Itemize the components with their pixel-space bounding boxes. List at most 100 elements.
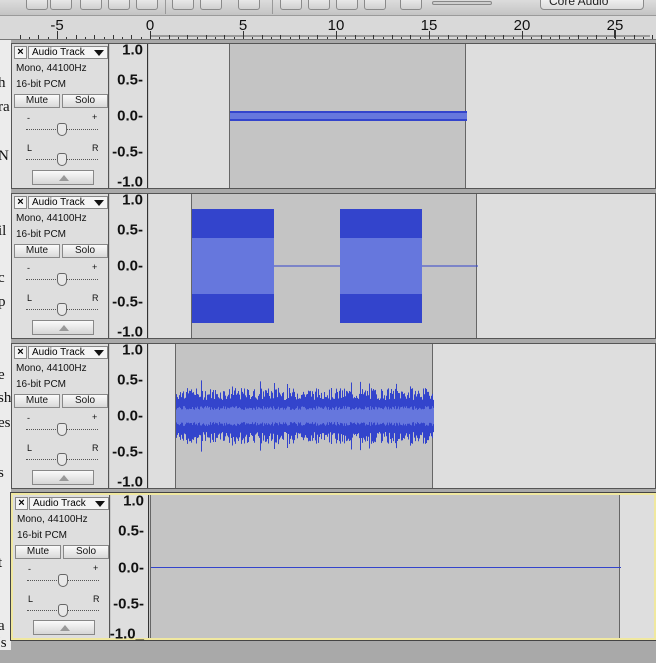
zoom-in-icon[interactable]	[280, 0, 302, 10]
pan-slider-thumb[interactable]	[58, 604, 68, 617]
ruler-tick	[652, 35, 654, 39]
play-at-speed-icon[interactable]	[400, 0, 422, 10]
ruler-minor-tick	[289, 37, 291, 39]
ruler-minor-tick	[326, 37, 328, 39]
waveform-area[interactable]	[150, 495, 654, 638]
mute-button[interactable]: Mute	[15, 545, 61, 559]
ruler-tick	[150, 31, 151, 39]
ruler-minor-tick	[47, 37, 49, 39]
audio-track[interactable]: × Audio Track Mono, 44100Hz 16-bit PCM M…	[10, 492, 656, 643]
waveform-area[interactable]	[149, 344, 655, 488]
waveform-area[interactable]	[149, 194, 655, 338]
ruler-tick	[410, 35, 412, 39]
ruler-tick	[112, 35, 114, 39]
sync-lock-icon[interactable]	[238, 0, 260, 10]
ruler-tick	[615, 31, 616, 39]
gain-slider[interactable]	[27, 574, 99, 587]
track-menu-button[interactable]: Audio Track	[28, 196, 108, 209]
audio-track[interactable]: × Audio Track Mono, 44100Hz 16-bit PCM M…	[11, 192, 656, 341]
trim-button[interactable]	[26, 0, 48, 10]
audio-track[interactable]: × Audio Track Mono, 44100Hz 16-bit PCM M…	[11, 42, 656, 191]
audio-clip[interactable]	[175, 344, 434, 488]
edit-button[interactable]	[136, 0, 158, 10]
track-menu-button[interactable]: Audio Track	[28, 346, 108, 359]
collapse-arrow-icon	[59, 475, 69, 481]
zoom-out-icon[interactable]	[308, 0, 330, 10]
track-control-panel[interactable]: × Audio Track Mono, 44100Hz 16-bit PCM M…	[12, 44, 109, 188]
toolbar-separator	[165, 0, 166, 14]
close-track-button[interactable]: ×	[15, 497, 28, 510]
close-track-button[interactable]: ×	[14, 346, 27, 359]
ruler-tick	[466, 35, 468, 39]
gain-slider[interactable]	[26, 123, 98, 136]
ruler-minor-tick	[531, 37, 533, 39]
pan-slider[interactable]	[26, 303, 98, 316]
pan-slider[interactable]	[27, 604, 99, 617]
track-menu-button[interactable]: Audio Track	[28, 46, 108, 59]
track-name: Audio Track	[32, 197, 85, 208]
amplitude-label: 0.0-	[117, 107, 143, 125]
fit-project-icon[interactable]	[364, 0, 386, 10]
collapse-track-button[interactable]	[32, 320, 94, 335]
gain-slider[interactable]	[26, 423, 98, 436]
fit-selection-icon[interactable]	[336, 0, 358, 10]
audio-clip[interactable]	[150, 495, 621, 638]
close-track-button[interactable]: ×	[14, 46, 27, 59]
solo-button[interactable]: Solo	[62, 394, 108, 408]
collapse-track-button[interactable]	[32, 470, 94, 485]
vertical-ruler[interactable]: 1.0 0.5- 0.0- -0.5- -1.0	[110, 192, 148, 341]
mute-button[interactable]: Mute	[14, 394, 60, 408]
mute-button[interactable]: Mute	[14, 94, 60, 108]
gain-slider-thumb[interactable]	[57, 123, 67, 136]
pan-slider-thumb[interactable]	[57, 153, 67, 166]
gain-slider-thumb[interactable]	[57, 423, 67, 436]
solo-button[interactable]: Solo	[62, 244, 108, 258]
ruler-tick	[280, 35, 282, 39]
audio-track[interactable]: × Audio Track Mono, 44100Hz 16-bit PCM M…	[11, 342, 656, 491]
playback-speed-slider[interactable]	[432, 1, 492, 5]
close-track-button[interactable]: ×	[14, 196, 27, 209]
undo-button[interactable]	[172, 0, 194, 10]
waveform	[151, 567, 621, 568]
gain-slider-thumb[interactable]	[57, 273, 67, 286]
track-control-panel[interactable]: × Audio Track Mono, 44100Hz 16-bit PCM M…	[12, 344, 109, 488]
ruler-tick	[131, 35, 133, 39]
track-control-panel[interactable]: × Audio Track Mono, 44100Hz 16-bit PCM M…	[13, 495, 110, 638]
amplitude-label: -1.0	[117, 323, 143, 341]
gain-slider[interactable]	[26, 273, 98, 286]
pan-slider[interactable]	[26, 153, 98, 166]
timeline-ruler[interactable]: -5 0 5 10 15 20 25	[0, 16, 656, 40]
redo-button[interactable]	[200, 0, 222, 10]
amplitude-label: 1.0	[123, 492, 144, 510]
track-menu-button[interactable]: Audio Track	[29, 497, 109, 510]
vertical-ruler[interactable]: 1.0 0.5- 0.0- -0.5- -1.0	[110, 342, 148, 491]
collapse-track-button[interactable]	[33, 620, 95, 635]
audio-clip[interactable]	[191, 194, 478, 338]
track-control-panel[interactable]: × Audio Track Mono, 44100Hz 16-bit PCM M…	[12, 194, 109, 338]
audio-clip[interactable]	[229, 44, 467, 188]
ruler-minor-tick	[363, 37, 365, 39]
solo-button[interactable]: Solo	[63, 545, 109, 559]
ruler-tick	[484, 35, 486, 39]
vertical-ruler[interactable]: 1.0 0.5- 0.0- -0.5- -1.0_	[110, 492, 149, 643]
collapse-arrow-icon	[59, 325, 69, 331]
ruler-minor-tick	[66, 37, 68, 39]
paste-button[interactable]	[80, 0, 102, 10]
silence-button[interactable]	[108, 0, 130, 10]
pan-slider[interactable]	[26, 453, 98, 466]
mute-button[interactable]: Mute	[14, 244, 60, 258]
background-text: h	[0, 75, 6, 91]
vertical-ruler[interactable]: 1.0 0.5- 0.0- -0.5- -1.0	[110, 42, 148, 191]
gain-slider-thumb[interactable]	[58, 574, 68, 587]
ruler-minor-tick	[438, 37, 440, 39]
amplitude-label: 0.0-	[117, 407, 143, 425]
pan-slider-thumb[interactable]	[57, 453, 67, 466]
solo-button[interactable]: Solo	[62, 94, 108, 108]
copy-button[interactable]	[50, 0, 72, 10]
collapse-track-button[interactable]	[32, 170, 94, 185]
pan-left-label: L	[27, 143, 33, 153]
audio-host-select[interactable]: Core Audio	[540, 0, 644, 10]
gain-plus-label: +	[93, 563, 99, 573]
waveform-area[interactable]	[149, 44, 655, 188]
pan-slider-thumb[interactable]	[57, 303, 67, 316]
